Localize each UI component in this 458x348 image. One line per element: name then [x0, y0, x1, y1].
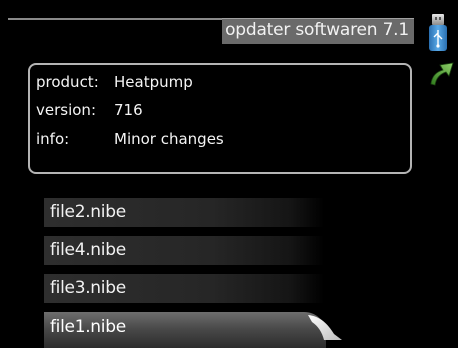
info-label: info:: [36, 130, 70, 148]
file-item-selected[interactable]: file1.nibe: [44, 312, 344, 348]
file-item-label: file3.nibe: [50, 278, 126, 298]
page-title: opdater softwaren 7.1: [225, 20, 409, 40]
info-label: product:: [36, 73, 99, 91]
file-item[interactable]: file4.nibe: [44, 236, 324, 265]
info-row-product: product: Heatpump: [36, 73, 193, 91]
header-divider: [8, 18, 222, 20]
package-info-panel: product: Heatpump version: 716 info: Minor …: [28, 63, 412, 174]
info-label: version:: [36, 101, 96, 119]
info-row-version: version: 716: [36, 101, 143, 119]
info-value: Minor changes: [114, 130, 224, 148]
title-bar: opdater softwaren 7.1: [222, 18, 414, 44]
info-row-info: info: Minor changes: [36, 130, 224, 148]
usb-icon[interactable]: [427, 14, 449, 52]
info-value: 716: [114, 101, 143, 119]
file-item-label: file4.nibe: [50, 240, 126, 260]
file-item[interactable]: file3.nibe: [44, 274, 324, 303]
file-item[interactable]: file2.nibe: [44, 198, 324, 227]
back-arrow-icon[interactable]: [426, 60, 454, 86]
file-item-label: file2.nibe: [50, 202, 126, 222]
info-value: Heatpump: [114, 73, 193, 91]
file-item-label: file1.nibe: [50, 317, 126, 337]
